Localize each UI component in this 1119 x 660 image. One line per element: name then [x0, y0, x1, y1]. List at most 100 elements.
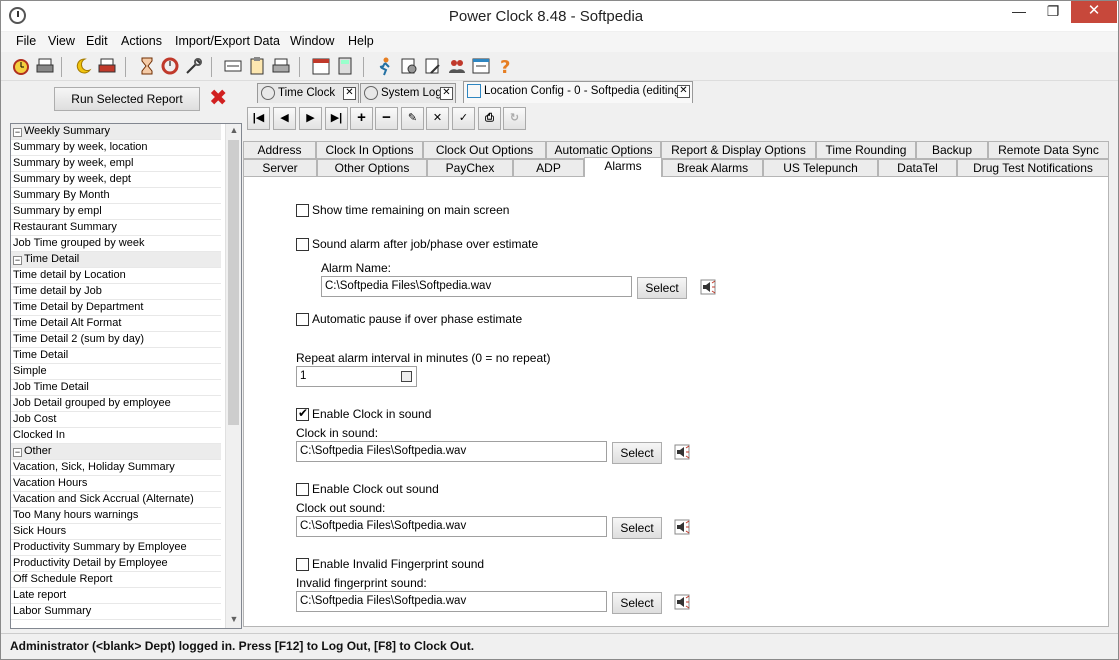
scroll-up-arrow-icon[interactable]: ▲	[226, 125, 241, 135]
calendar-icon[interactable]	[311, 56, 331, 76]
clock-out-sound-input[interactable]: C:\Softpedia Files\Softpedia.wav	[296, 516, 607, 537]
edit-record-icon[interactable]: ✎	[401, 107, 424, 130]
refresh-clock-icon[interactable]	[160, 56, 180, 76]
tab-alarms[interactable]: Alarms	[584, 157, 662, 178]
spin-calendar-icon[interactable]	[401, 371, 412, 382]
enable-invalid-fingerprint-checkbox[interactable]	[296, 558, 309, 571]
speaker-icon[interactable]	[672, 442, 692, 462]
report-item[interactable]: Time Detail	[11, 348, 221, 364]
tab-address[interactable]: Address	[243, 141, 316, 159]
first-record-icon[interactable]: |◀	[247, 107, 270, 130]
tab-backup[interactable]: Backup	[916, 141, 988, 159]
tab-time-clock[interactable]: Time Clock ✕	[257, 83, 359, 103]
tab-clock-out-options[interactable]: Clock Out Options	[423, 141, 546, 159]
tab-report-display-options[interactable]: Report & Display Options	[661, 141, 816, 159]
tab-adp[interactable]: ADP	[513, 159, 584, 177]
report-item[interactable]: Job Cost	[11, 412, 221, 428]
users-icon[interactable]	[447, 56, 467, 76]
form-icon[interactable]	[471, 56, 491, 76]
close-tab-icon[interactable]: ✕	[343, 87, 356, 100]
report-item[interactable]: Clocked In	[11, 428, 221, 444]
clock-in-select-button[interactable]: Select	[612, 442, 662, 464]
report-item[interactable]: Time detail by Job	[11, 284, 221, 300]
collapse-icon[interactable]: −	[13, 256, 22, 265]
report-item[interactable]: Vacation Hours	[11, 476, 221, 492]
run-selected-report-button[interactable]: Run Selected Report	[54, 87, 200, 111]
delete-record-icon[interactable]: −	[375, 107, 398, 130]
report-item[interactable]: Summary by week, dept	[11, 172, 221, 188]
report-item[interactable]: Summary by week, empl	[11, 156, 221, 172]
clipboard-icon[interactable]	[247, 56, 267, 76]
speaker-icon[interactable]	[698, 277, 718, 297]
report-item[interactable]: Late report	[11, 588, 221, 604]
last-record-icon[interactable]: ▶|	[325, 107, 348, 130]
tab-datatel[interactable]: DataTel	[878, 159, 957, 177]
refresh-data-icon[interactable]: ↻	[503, 107, 526, 130]
printer-icon[interactable]	[271, 56, 291, 76]
next-record-icon[interactable]: ▶	[299, 107, 322, 130]
menu-edit[interactable]: Edit	[86, 34, 108, 48]
report-item[interactable]: Time detail by Location	[11, 268, 221, 284]
report-item[interactable]: Time Detail by Department	[11, 300, 221, 316]
report-item[interactable]: Too Many hours warnings	[11, 508, 221, 524]
alarm-select-button[interactable]: Select	[637, 277, 687, 299]
calculator-icon[interactable]	[335, 56, 355, 76]
tools-list-icon[interactable]	[423, 56, 443, 76]
print-record-icon[interactable]: ⎙	[478, 107, 501, 130]
report-group-header[interactable]: − Other	[11, 444, 221, 460]
alarm-name-input[interactable]: C:\Softpedia Files\Softpedia.wav	[321, 276, 632, 297]
tab-paychex[interactable]: PayChex	[427, 159, 513, 177]
report-item[interactable]: Summary By Month	[11, 188, 221, 204]
invalid-fingerprint-sound-input[interactable]: C:\Softpedia Files\Softpedia.wav	[296, 591, 607, 612]
report-group-header[interactable]: − Time Detail	[11, 252, 221, 268]
tab-time-rounding[interactable]: Time Rounding	[816, 141, 916, 159]
post-edit-icon[interactable]: ✓	[452, 107, 475, 130]
report-item[interactable]: Summary by week, location	[11, 140, 221, 156]
tab-location-config[interactable]: Location Config - 0 - Softpedia (editing…	[463, 81, 693, 103]
show-time-remaining-checkbox[interactable]	[296, 204, 309, 217]
moon-icon[interactable]	[73, 56, 93, 76]
collapse-icon[interactable]: −	[13, 448, 22, 457]
help-icon[interactable]: ?	[495, 56, 515, 76]
report-group-header[interactable]: − Weekly Summary	[11, 124, 221, 140]
enable-clock-in-checkbox[interactable]	[296, 406, 309, 421]
report-item[interactable]: Time Detail 2 (sum by day)	[11, 332, 221, 348]
enable-clock-out-checkbox[interactable]	[296, 483, 309, 496]
cancel-edit-icon[interactable]: ✕	[426, 107, 449, 130]
report-item[interactable]: Job Time grouped by week	[11, 236, 221, 252]
menu-actions[interactable]: Actions	[121, 34, 162, 48]
menu-window[interactable]: Window	[290, 34, 334, 48]
tools-icon[interactable]	[184, 56, 204, 76]
tab-drug-test-notifications[interactable]: Drug Test Notifications	[957, 159, 1109, 177]
menu-file[interactable]: File	[16, 34, 36, 48]
tab-server[interactable]: Server	[243, 159, 317, 177]
invalid-fingerprint-select-button[interactable]: Select	[612, 592, 662, 614]
menu-help[interactable]: Help	[348, 34, 374, 48]
collapse-icon[interactable]: −	[13, 128, 22, 137]
report-item[interactable]: Job Time Detail	[11, 380, 221, 396]
menu-view[interactable]: View	[48, 34, 75, 48]
report-item[interactable]: Job Detail grouped by employee	[11, 396, 221, 412]
tab-remote-data-sync[interactable]: Remote Data Sync	[988, 141, 1109, 159]
scroll-down-arrow-icon[interactable]: ▼	[226, 614, 241, 624]
report-item[interactable]: Summary by empl	[11, 204, 221, 220]
speaker-icon[interactable]	[672, 517, 692, 537]
tab-us-telepunch[interactable]: US Telepunch	[763, 159, 878, 177]
tab-break-alarms[interactable]: Break Alarms	[662, 159, 763, 177]
report-item[interactable]: Off Schedule Report	[11, 572, 221, 588]
report-item[interactable]: Vacation and Sick Accrual (Alternate)	[11, 492, 221, 508]
card-icon[interactable]	[223, 56, 243, 76]
clock-out-select-button[interactable]: Select	[612, 517, 662, 539]
alarm-clock-icon[interactable]	[11, 56, 31, 76]
report-item[interactable]: Time Detail Alt Format	[11, 316, 221, 332]
close-tab-icon[interactable]: ✕	[677, 85, 690, 98]
minimize-button[interactable]: —	[1004, 1, 1034, 23]
report-item[interactable]: Productivity Summary by Employee	[11, 540, 221, 556]
report-item[interactable]: Simple	[11, 364, 221, 380]
report-item[interactable]: Labor Summary	[11, 604, 221, 620]
menu-import-export[interactable]: Import/Export Data	[175, 34, 280, 48]
gear-doc-icon[interactable]	[399, 56, 419, 76]
report-item[interactable]: Restaurant Summary	[11, 220, 221, 236]
clock-in-sound-input[interactable]: C:\Softpedia Files\Softpedia.wav	[296, 441, 607, 462]
person-run-icon[interactable]	[375, 56, 395, 76]
